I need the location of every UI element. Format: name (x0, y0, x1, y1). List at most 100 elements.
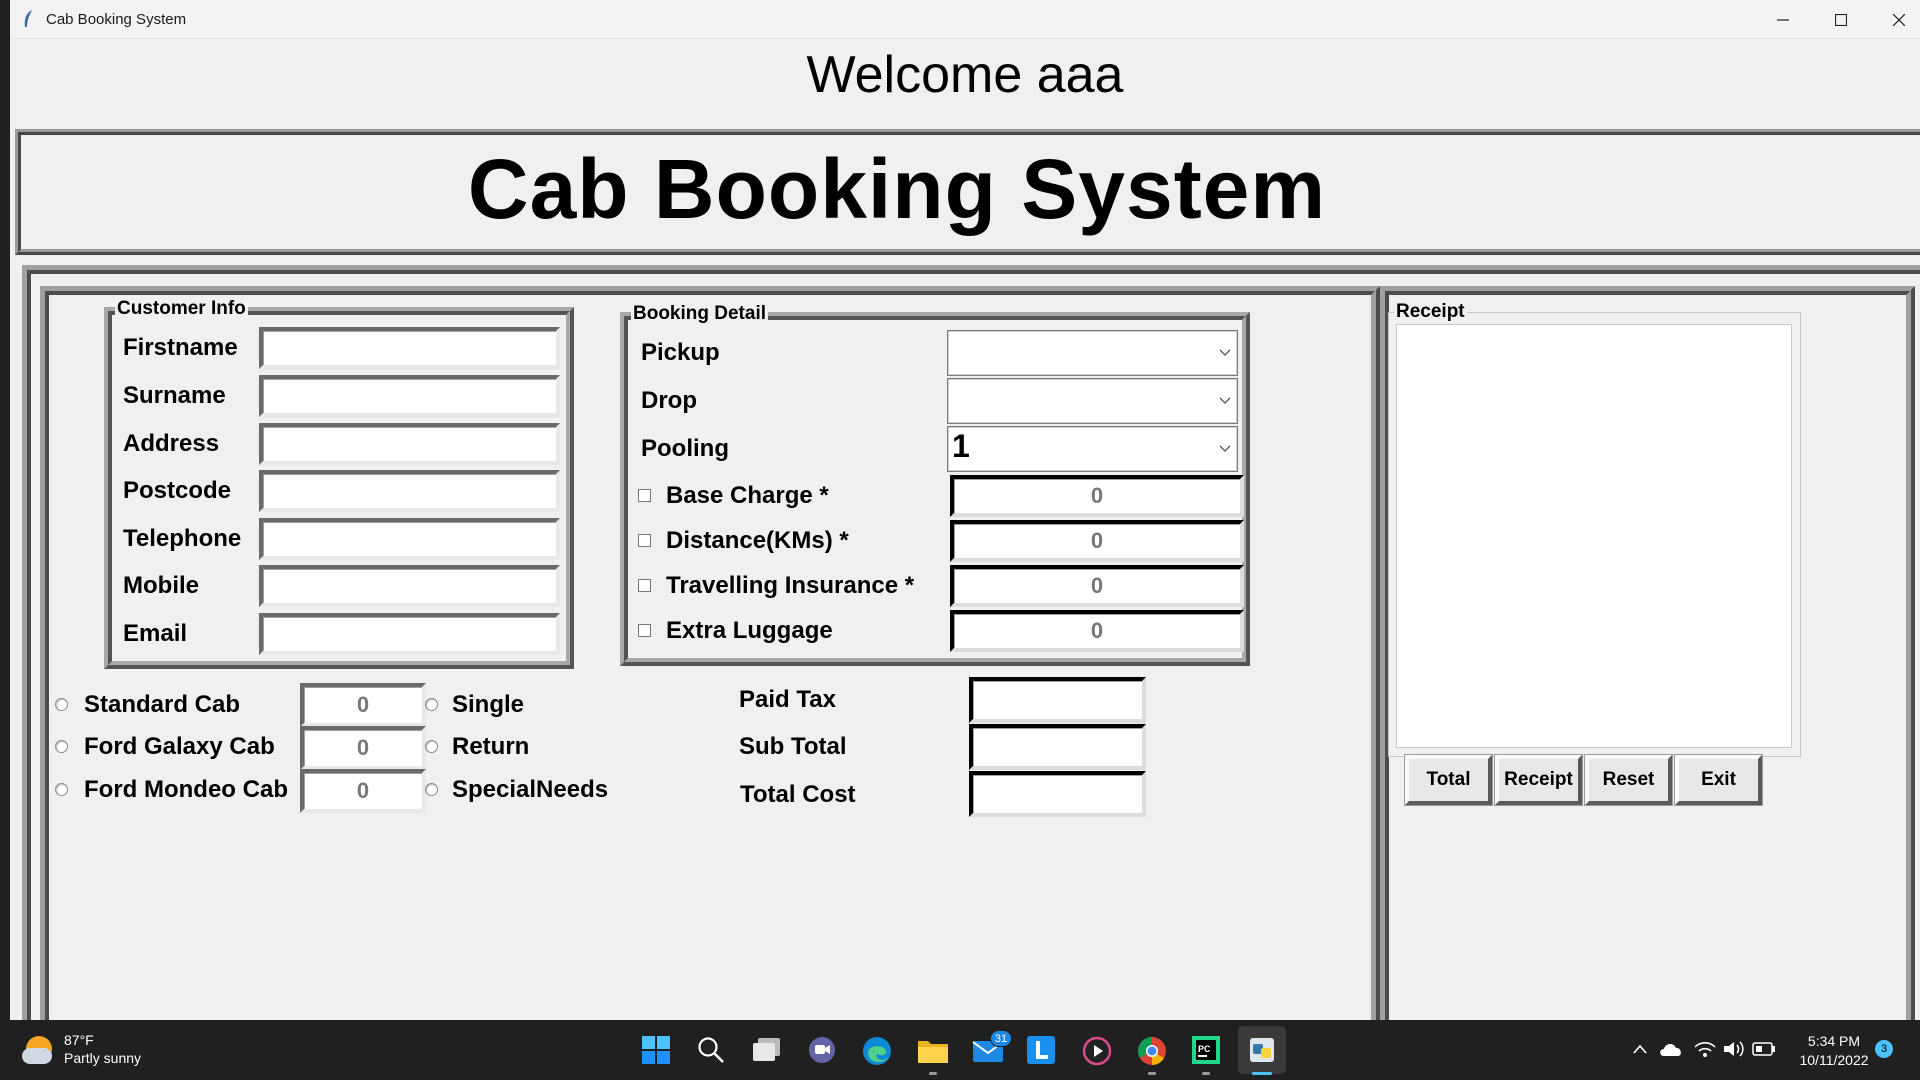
task-view-icon[interactable] (752, 1036, 782, 1064)
drop-select[interactable] (947, 378, 1238, 424)
clock-time: 5:34 PM (1807, 1033, 1861, 1049)
edge-browser-icon[interactable] (862, 1036, 892, 1066)
minimize-icon (1777, 18, 1789, 21)
svg-text:PC: PC (1198, 1044, 1211, 1054)
desktop-edge (0, 0, 10, 1020)
clock-date: 10/11/2022 (1799, 1052, 1869, 1068)
teams-chat-icon[interactable] (807, 1036, 837, 1064)
email-label: Email (123, 620, 188, 647)
maximize-button[interactable] (1812, 0, 1870, 39)
sub-total-label: Sub Total (739, 733, 847, 760)
window-title: Cab Booking System (46, 11, 187, 28)
mobile-label: Mobile (123, 572, 199, 599)
exit-button[interactable]: Exit (1674, 754, 1763, 806)
reset-button[interactable]: Reset (1584, 754, 1673, 806)
file-explorer-icon[interactable] (917, 1036, 949, 1064)
media-player-icon[interactable] (1082, 1036, 1112, 1066)
windows-start-icon[interactable] (642, 1036, 670, 1064)
single-label: Single (452, 691, 525, 718)
email-input[interactable] (259, 613, 560, 655)
insurance-label: Travelling Insurance * (666, 572, 915, 599)
banner-frame: Cab Booking System (15, 129, 1920, 255)
ford-galaxy-cab-label: Ford Galaxy Cab (84, 733, 275, 760)
total-cost-label: Total Cost (740, 781, 856, 808)
notification-badge[interactable]: 3 (1875, 1040, 1893, 1058)
total-cost-input[interactable] (969, 771, 1146, 817)
total-button[interactable]: Total (1404, 754, 1493, 806)
battery-icon[interactable] (1752, 1041, 1776, 1057)
welcome-label: Welcome aaa (806, 46, 1124, 104)
extra-luggage-checkbox[interactable] (638, 624, 651, 637)
paid-tax-input[interactable] (969, 677, 1146, 723)
chrome-icon[interactable] (1137, 1036, 1167, 1066)
pycharm-icon[interactable]: PC (1192, 1036, 1220, 1064)
mail-badge: 31 (990, 1030, 1012, 1047)
standard-cab-input[interactable]: 0 (300, 683, 426, 727)
python-icon[interactable] (1248, 1036, 1276, 1064)
pickup-select[interactable] (947, 330, 1238, 376)
search-icon[interactable] (697, 1036, 725, 1064)
extra-luggage-input[interactable]: 0 (950, 610, 1244, 652)
telephone-input[interactable] (259, 518, 560, 560)
postcode-input[interactable] (259, 470, 560, 512)
standard-cab-radio[interactable] (55, 698, 68, 711)
taskbar: 87°F Partly sunny 31 PC 5:34 PM 10/11/20… (0, 1020, 1920, 1080)
base-charge-checkbox[interactable] (638, 489, 651, 502)
base-charge-input[interactable]: 0 (950, 475, 1244, 517)
l-app-icon[interactable] (1027, 1036, 1055, 1064)
surname-input[interactable] (259, 375, 560, 417)
chevron-down-icon (1219, 445, 1231, 452)
firstname-input[interactable] (259, 327, 560, 369)
insurance-input[interactable]: 0 (950, 565, 1244, 607)
ford-mondeo-cab-input[interactable]: 0 (300, 769, 426, 813)
title-bar[interactable]: Cab Booking System (10, 0, 1920, 39)
wifi-icon[interactable] (1694, 1040, 1716, 1058)
maximize-icon (1835, 13, 1847, 26)
postcode-label: Postcode (123, 477, 232, 504)
base-charge-label: Base Charge * (666, 482, 829, 509)
standard-cab-label: Standard Cab (84, 691, 241, 718)
onedrive-cloud-icon[interactable] (1659, 1040, 1683, 1058)
telephone-label: Telephone (123, 525, 242, 552)
receipt-textarea[interactable] (1396, 324, 1792, 748)
receipt-button[interactable]: Receipt (1494, 754, 1583, 806)
pooling-select[interactable]: 1 (947, 426, 1238, 472)
chevron-up-icon[interactable] (1632, 1042, 1648, 1056)
customer-info-title: Customer Info (115, 298, 248, 320)
ford-galaxy-cab-radio[interactable] (55, 740, 68, 753)
single-radio[interactable] (425, 698, 438, 711)
address-label: Address (123, 430, 220, 457)
paid-tax-label: Paid Tax (739, 686, 836, 713)
minimize-button[interactable] (1754, 0, 1812, 39)
clock[interactable]: 5:34 PM 10/11/2022 (1790, 1032, 1878, 1070)
running-indicator (929, 1072, 937, 1075)
distance-label: Distance(KMs) * (666, 527, 849, 554)
mobile-input[interactable] (259, 565, 560, 607)
address-input[interactable] (259, 423, 560, 465)
distance-checkbox[interactable] (638, 534, 651, 547)
running-indicator (1148, 1072, 1156, 1075)
insurance-checkbox[interactable] (638, 579, 651, 592)
pooling-label: Pooling (641, 435, 729, 462)
sub-total-input[interactable] (969, 724, 1146, 770)
volume-icon[interactable] (1722, 1040, 1746, 1058)
ford-mondeo-cab-label: Ford Mondeo Cab (84, 776, 288, 803)
chevron-down-icon (1219, 397, 1231, 404)
firstname-label: Firstname (123, 334, 238, 361)
app-window: Cab Booking System Welcome aaa Cab Booki… (10, 0, 1920, 1020)
distance-input[interactable]: 0 (950, 520, 1244, 562)
extra-luggage-label: Extra Luggage (666, 617, 833, 644)
return-radio[interactable] (425, 740, 438, 753)
running-indicator (1202, 1072, 1210, 1075)
close-icon (1893, 13, 1905, 26)
close-button[interactable] (1870, 0, 1920, 39)
feather-icon (24, 10, 32, 27)
ford-galaxy-cab-input[interactable]: 0 (300, 726, 426, 770)
ford-mondeo-cab-radio[interactable] (55, 783, 68, 796)
booking-detail-title: Booking Detail (631, 303, 769, 325)
weather-temp: 87°F (64, 1032, 94, 1048)
pickup-label: Pickup (641, 339, 720, 366)
return-label: Return (452, 733, 530, 760)
special-needs-radio[interactable] (425, 783, 438, 796)
banner-title: Cab Booking System (467, 142, 1327, 236)
